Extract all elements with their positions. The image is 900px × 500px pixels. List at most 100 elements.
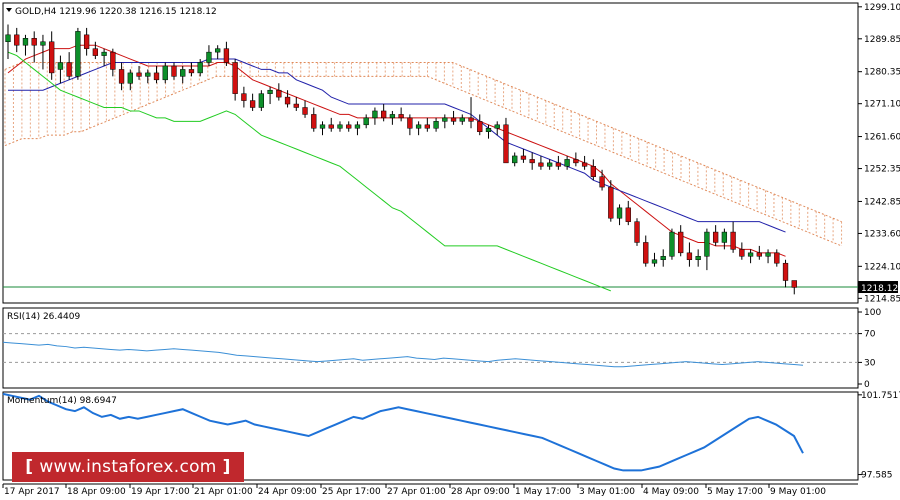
candle-body (232, 62, 238, 94)
candle-body (678, 231, 684, 254)
candle-body (57, 62, 64, 70)
candle-body (739, 249, 745, 257)
candle-body (49, 41, 55, 74)
candle-body (643, 242, 649, 264)
candle-body (136, 72, 142, 77)
candle-body (118, 69, 125, 84)
candle-body (686, 252, 693, 260)
candle-body (110, 51, 116, 70)
candle-body (337, 124, 343, 129)
candle-body (546, 162, 553, 167)
candle-body (555, 162, 562, 167)
candle-body (529, 159, 535, 164)
rsi-tick-label: 30 (864, 358, 876, 368)
candle-body (625, 207, 631, 222)
candle-body (433, 121, 439, 129)
symbol-ohlc-label: GOLD,H4 1219.96 1220.38 1216.15 1218.12 (15, 7, 217, 17)
candle-body (485, 128, 492, 132)
rsi-tick-label: 0 (864, 380, 870, 390)
watermark-bracket-close: ] (222, 457, 231, 477)
watermark-bracket-open: [ (25, 457, 34, 477)
candle-body (171, 65, 177, 77)
candle-body (608, 186, 614, 219)
momentum-indicator-label: Momentum(14) 98.6947 (7, 396, 117, 406)
price-tick-label: 1271.10 (864, 100, 900, 110)
symbol-dropdown-icon (6, 8, 12, 12)
candle-body (101, 51, 107, 56)
time-tick-label: 17 Apr 2017 (4, 487, 60, 497)
candle-body (442, 117, 448, 122)
candle-body (223, 48, 230, 63)
candle-body (599, 176, 605, 188)
candle-body (634, 221, 640, 243)
candle-body (415, 124, 422, 129)
price-tick-label: 1233.60 (864, 229, 900, 239)
candle-body (319, 124, 326, 129)
candle-body (328, 124, 334, 129)
price-tick-label: 1280.35 (864, 68, 900, 78)
candle-body (503, 124, 509, 164)
candle-body (564, 159, 570, 167)
candle-body (721, 231, 728, 243)
rsi-panel (2, 341, 804, 368)
time-tick-label: 4 May 09:00 (643, 487, 699, 497)
candle-body (372, 110, 378, 119)
candle-body (704, 231, 710, 257)
candle-body (284, 96, 291, 105)
candle-body (581, 162, 588, 167)
candle-body (512, 155, 518, 164)
momentum-tick-label: 101.7517 (861, 391, 900, 401)
indicator-lines (7, 44, 786, 292)
candle-body (197, 62, 203, 74)
rsi-tick-label: 100 (864, 308, 881, 318)
time-tick-label: 3 May 01:00 (579, 487, 635, 497)
rsi-line (2, 341, 804, 368)
candle-body (31, 38, 37, 46)
price-tick-label: 1289.85 (864, 35, 900, 45)
candle-body (354, 124, 361, 129)
time-tick-label: 21 Apr 01:00 (194, 487, 253, 497)
candle-body (747, 252, 754, 257)
labels-layer: 1299.10 1289.85 1280.35 1271.10 1261.60 1252.… (4, 3, 900, 497)
watermark: [ www.instaforex.com ] (12, 452, 244, 482)
time-tick-label: 19 Apr 17:00 (131, 487, 190, 497)
candle-body (669, 231, 675, 257)
time-tick-label: 5 May 17:00 (707, 487, 763, 497)
candle-body (389, 114, 396, 119)
time-tick-label: 24 Apr 09:00 (258, 487, 317, 497)
candle-body (756, 252, 762, 257)
candle-body (302, 107, 308, 115)
time-tick-label: 28 Apr 09:00 (451, 487, 510, 497)
candlesticks (5, 24, 797, 295)
candle-body (363, 117, 369, 126)
candle-body (520, 155, 527, 160)
candle-body (782, 262, 789, 281)
candle-body (459, 117, 465, 122)
candle-body (424, 124, 430, 129)
candle-body (267, 89, 273, 94)
candle-body (293, 103, 299, 108)
candle-body (450, 117, 457, 122)
price-tick-label: 1261.60 (864, 133, 900, 143)
candle-body (276, 89, 282, 98)
candle-body (75, 31, 81, 77)
chart-canvas: 1299.10 1289.85 1280.35 1271.10 1261.60 1252.… (2, 2, 900, 497)
price-tick-label: 1214.85 (864, 294, 900, 304)
candle-body (730, 231, 736, 250)
rsi-tick-label: 70 (864, 330, 876, 340)
time-tick-label: 1 May 17:00 (515, 487, 571, 497)
panel-frame-1 (2, 307, 859, 389)
candle-body (127, 72, 133, 84)
candle-body (695, 256, 701, 260)
candle-body (66, 62, 72, 77)
price-tick-label: 1299.10 (864, 3, 900, 13)
candle-body (14, 34, 20, 46)
candle-body (616, 207, 623, 219)
candle-body (206, 51, 212, 63)
candle-body (180, 69, 186, 77)
time-tick-label: 9 May 01:00 (770, 487, 826, 497)
candle-body (249, 100, 256, 108)
candle-body (651, 259, 658, 264)
candle-body (241, 93, 247, 101)
panel-frame-0 (2, 2, 859, 304)
